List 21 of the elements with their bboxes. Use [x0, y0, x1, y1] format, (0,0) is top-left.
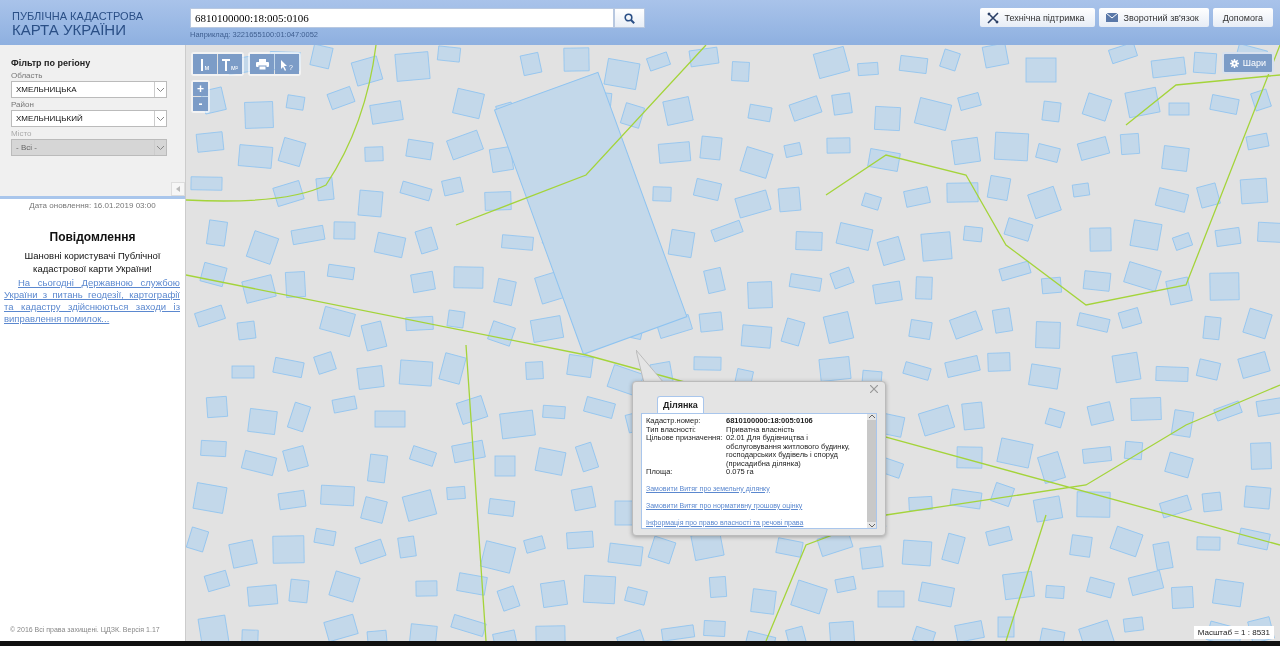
- search-field[interactable]: 6810100000:18:005:0106: [190, 8, 614, 28]
- popup-tab[interactable]: Ділянка: [657, 396, 704, 413]
- region-select[interactable]: ХМЕЛЬНИЦЬКА: [11, 81, 167, 98]
- filter-title: Фільтр по регіону: [11, 58, 92, 68]
- field-label: Місто: [11, 129, 33, 139]
- zoom-button[interactable]: +: [193, 82, 208, 96]
- feedback-button[interactable]: Зворотний зв'язок: [1098, 8, 1209, 27]
- logo-title: ПУБЛІЧНА КАДАСТРОВА: [12, 10, 144, 22]
- field-label: Район: [11, 100, 35, 110]
- update-date: Дата оновлення: 16.01.2019 03:00: [28, 201, 157, 210]
- zoom-button[interactable]: -: [193, 97, 208, 111]
- support-button[interactable]: Технічна підтримка: [979, 8, 1095, 27]
- layers-button[interactable]: Шари: [1221, 52, 1274, 74]
- field-label: Область: [11, 71, 44, 81]
- region-select[interactable]: ХМЕЛЬНИЦЬКИЙ: [11, 110, 167, 127]
- notice-title: Повідомлення: [48, 230, 137, 244]
- scale-label: Масштаб = 1 : 8531: [1193, 626, 1274, 639]
- notice-text: Шановні користувачі Публічної кадастрової карти України!: [23, 249, 162, 275]
- notice-link[interactable]: На сьогодні Державною службою України з питань геодезії, картографії та кадастру здійснюються заходи із виправлення помилок...: [4, 277, 180, 325]
- logo-subtitle: КАРТА УКРАЇНИ: [12, 22, 126, 37]
- help-button[interactable]: Допомога: [1212, 8, 1273, 27]
